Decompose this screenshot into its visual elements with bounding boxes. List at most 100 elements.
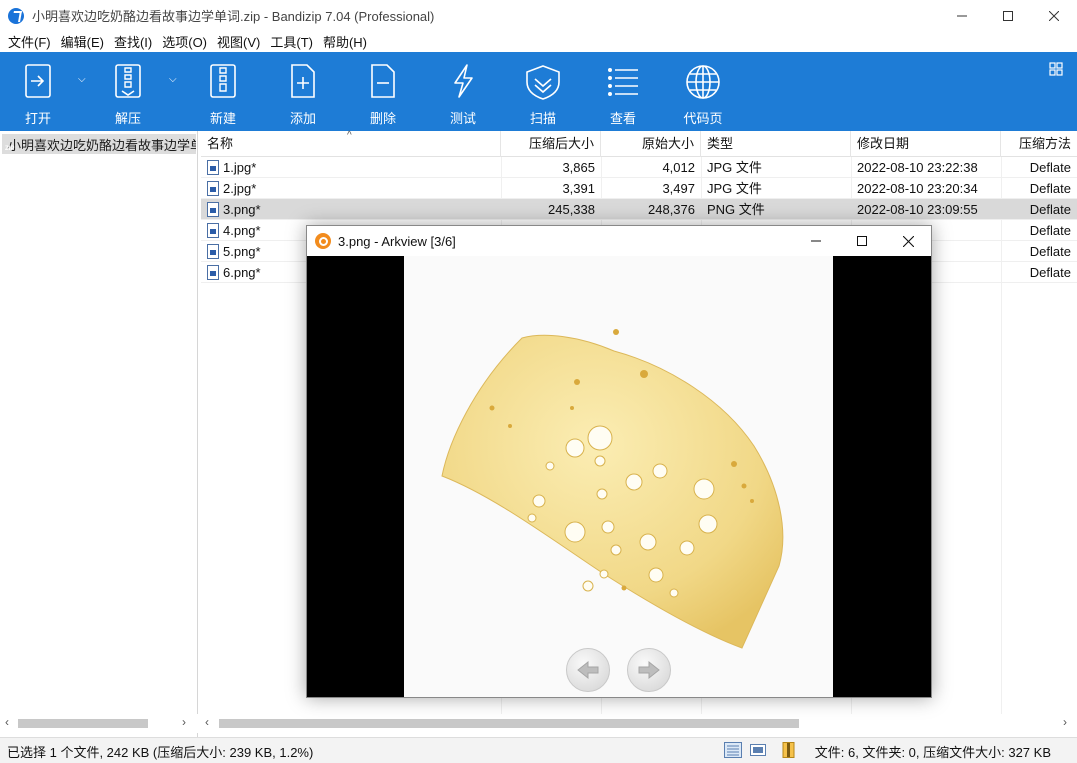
table-row[interactable]: 2.jpg* 3,391 3,497 JPG 文件 2022-08-10 23:20:3… <box>201 178 1077 199</box>
tree-item-label: 小明喜欢边吃奶酪边看故事边学单词.zip <box>8 137 196 153</box>
delete-label: 删除 <box>369 111 396 126</box>
test-label: 测试 <box>449 111 476 126</box>
column-header-type[interactable]: 类型 <box>701 131 851 157</box>
close-button[interactable] <box>1031 0 1077 31</box>
cell-type: PNG 文件 <box>707 202 765 217</box>
scroll-left-icon[interactable]: ‹ <box>5 715 9 729</box>
add-button[interactable]: 添加 <box>268 52 338 131</box>
status-bar: 已选择 1 个文件, 242 KB (压缩后大小: 239 KB, 1.2%) … <box>0 737 1077 763</box>
cell-type: JPG 文件 <box>707 160 762 175</box>
tree-item-root-archive[interactable]: 小明喜欢边吃奶酪边看故事边学单词.zip <box>2 134 196 154</box>
new-archive-button[interactable]: 新建 <box>188 52 258 131</box>
codepage-button[interactable]: 代码页 <box>668 52 738 131</box>
cell-type: JPG 文件 <box>707 181 762 196</box>
test-icon <box>454 64 473 98</box>
open-icon <box>25 64 51 98</box>
menu-tools[interactable]: 工具(T) <box>265 32 318 51</box>
file-name-label: 1.jpg* <box>223 160 257 175</box>
column-header-packed[interactable]: 压缩后大小 <box>501 131 601 157</box>
scroll-right-icon[interactable]: › <box>1063 715 1067 729</box>
cell-modified-date: 2022-08-10 23:09:55 <box>857 202 978 217</box>
thumbnail-view-icon[interactable] <box>749 742 767 758</box>
codepage-globe-icon <box>686 65 720 99</box>
menu-view[interactable]: 视图(V) <box>212 32 265 51</box>
scroll-left-icon[interactable]: ‹ <box>205 715 209 729</box>
cheese-wedge-image <box>441 329 784 649</box>
bandizip-app-icon <box>8 7 24 24</box>
menu-find[interactable]: 查找(I) <box>109 32 157 51</box>
menu-help[interactable]: 帮助(H) <box>318 32 372 51</box>
open-button[interactable]: 打开 <box>3 52 73 131</box>
table-row[interactable]: 3.png* 245,338 248,376 PNG 文件 2022-08-10 23:… <box>201 199 1077 220</box>
previous-image-button[interactable] <box>566 648 610 692</box>
tree-horizontal-scrollbar[interactable]: ‹ › <box>0 714 198 733</box>
arkview-title-bar[interactable]: 3.png - Arkview [3/6] <box>307 226 931 256</box>
table-row[interactable]: 1.jpg* 3,865 4,012 JPG 文件 2022-08-10 23:22:3… <box>201 157 1077 178</box>
scan-label: 扫描 <box>529 111 556 126</box>
arkview-minimize-button[interactable] <box>793 226 839 256</box>
cell-original-size: 4,012 <box>662 160 695 175</box>
maximize-button[interactable] <box>985 0 1031 31</box>
scrollbar-thumb[interactable] <box>18 719 148 728</box>
details-view-icon[interactable] <box>724 742 742 758</box>
archive-info-icon[interactable] <box>780 742 798 758</box>
cell-original-size: 248,376 <box>648 202 695 217</box>
cell-method: Deflate <box>1029 244 1071 259</box>
extract-button[interactable]: 解压 <box>93 52 163 131</box>
minimize-icon <box>811 240 821 242</box>
scrollbar-thumb[interactable] <box>219 719 799 728</box>
arkview-window[interactable]: 3.png - Arkview [3/6] <box>306 225 932 698</box>
image-file-icon <box>207 223 219 238</box>
archive-summary: 文件: 6, 文件夹: 0, 压缩文件大小: 327 KB <box>814 745 1051 760</box>
column-header-name[interactable]: 名称 ^ <box>201 130 501 157</box>
codepage-label: 代码页 <box>683 111 723 126</box>
cell-method: Deflate <box>1029 160 1071 175</box>
cell-packed-size: 3,865 <box>562 160 595 175</box>
menu-bar: 文件(F) 编辑(E) 查找(I) 选项(O) 视图(V) 工具(T) 帮助(H… <box>0 31 1077 52</box>
maximize-icon <box>857 236 867 246</box>
extract-label: 解压 <box>114 111 141 126</box>
file-name-label: 3.png* <box>223 202 261 217</box>
column-header-size[interactable]: 原始大小 <box>601 131 701 157</box>
list-horizontal-scrollbar[interactable]: ‹ › <box>201 714 1077 733</box>
extract-dropdown-arrow-icon[interactable]: ⌵ <box>169 74 177 85</box>
next-image-button[interactable] <box>627 648 671 692</box>
close-icon <box>902 235 914 247</box>
new-archive-icon <box>210 64 236 98</box>
open-dropdown-arrow-icon[interactable]: ⌵ <box>78 74 86 85</box>
layout-grid-icon[interactable] <box>1049 62 1063 76</box>
menu-options[interactable]: 选项(O) <box>157 32 212 51</box>
view-label: 查看 <box>609 111 636 126</box>
column-header-method[interactable]: 压缩方法 <box>1001 131 1077 157</box>
test-button[interactable]: 测试 <box>428 52 498 131</box>
file-name-label: 4.png* <box>223 223 261 238</box>
close-icon <box>1049 10 1059 21</box>
minimize-icon <box>957 15 967 16</box>
title-bar: 小明喜欢边吃奶酪边看故事边学单词.zip - Bandizip 7.04 (Pr… <box>0 0 1077 31</box>
image-file-icon <box>207 244 219 259</box>
image-file-icon <box>207 160 219 175</box>
delete-button[interactable]: 删除 <box>348 52 418 131</box>
menu-edit[interactable]: 编辑(E) <box>56 32 109 51</box>
scan-shield-icon <box>526 65 560 100</box>
cell-method: Deflate <box>1029 202 1071 217</box>
file-name-label: 6.png* <box>223 265 261 280</box>
open-label: 打开 <box>24 111 51 126</box>
cell-method: Deflate <box>1029 181 1071 196</box>
add-file-icon <box>291 64 315 98</box>
window-controls <box>939 0 1077 31</box>
sort-ascending-icon: ^ <box>347 130 352 141</box>
cell-original-size: 3,497 <box>662 181 695 196</box>
scan-button[interactable]: 扫描 <box>508 52 578 131</box>
image-canvas[interactable] <box>404 256 833 697</box>
scroll-right-icon[interactable]: › <box>182 715 186 729</box>
column-header-date[interactable]: 修改日期 <box>851 131 1001 157</box>
arkview-close-button[interactable] <box>885 226 931 256</box>
view-button[interactable]: 查看 <box>588 52 658 131</box>
minimize-button[interactable] <box>939 0 985 31</box>
menu-file[interactable]: 文件(F) <box>3 32 56 51</box>
cell-method: Deflate <box>1029 265 1071 280</box>
image-file-icon <box>207 181 219 196</box>
arkview-maximize-button[interactable] <box>839 226 885 256</box>
maximize-icon <box>1003 10 1013 21</box>
